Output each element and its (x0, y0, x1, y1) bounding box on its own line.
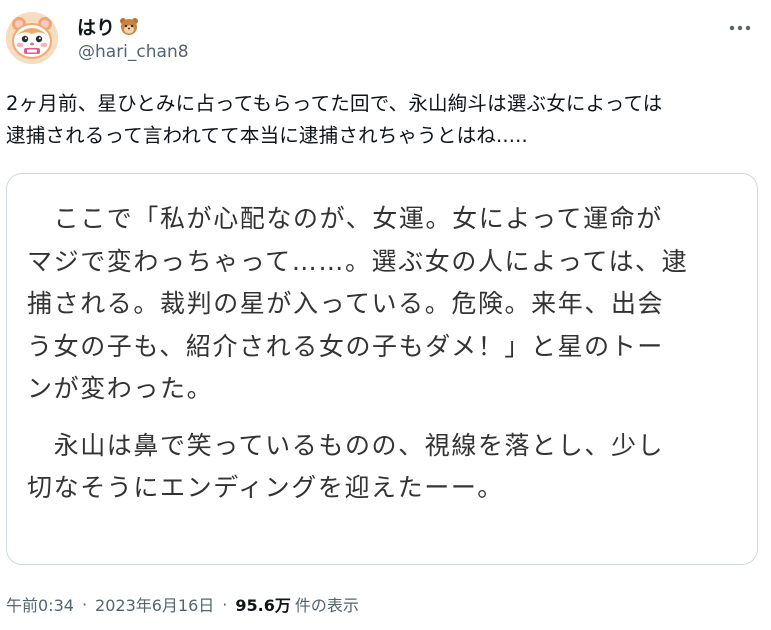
attached-image-card[interactable]: ここで「私が心配なのが、女運。女によって運命が マジで変わっちゃって……。選ぶ女… (6, 173, 758, 565)
excerpt-paragraph-2: 永山は鼻で笑っているものの、視線を落とし、少し 切なそうにエンディングを迎えたー… (27, 430, 665, 503)
author-name-row: はり (77, 13, 139, 40)
author-handle[interactable]: @hari_chan8 (78, 42, 189, 62)
hamster-avatar-icon[interactable] (6, 12, 58, 64)
author-display-name[interactable]: はり (77, 13, 115, 40)
hamster-face-emoji-icon (119, 16, 139, 36)
tweet-header: はり @hari_chan8 (6, 6, 765, 68)
excerpt-paragraph-1: ここで「私が心配なのが、女運。女によって運命が マジで変わっちゃって……。選ぶ女… (27, 204, 689, 403)
views-label: 件の表示 (294, 596, 359, 615)
meta-separator-2: · (222, 594, 228, 614)
tweet-meta: 午前0:34 · 2023年6月16日 · 95.6万 件の表示 (6, 592, 359, 616)
more-options-icon[interactable] (723, 16, 757, 40)
meta-separator: · (81, 594, 88, 614)
views-count[interactable]: 95.6万 (235, 592, 290, 616)
article-excerpt-image: ここで「私が心配なのが、女運。女によって運命が マジで変わっちゃって……。選ぶ女… (27, 198, 739, 510)
tweet-date[interactable]: 2023年6月16日 (95, 592, 214, 616)
tweet-time[interactable]: 午前0:34 (6, 592, 74, 616)
tweet-text: 2ヶ月前、星ひとみに占ってもらってた回で、永山絢斗は選ぶ女によっては 逮捕される… (6, 92, 663, 147)
